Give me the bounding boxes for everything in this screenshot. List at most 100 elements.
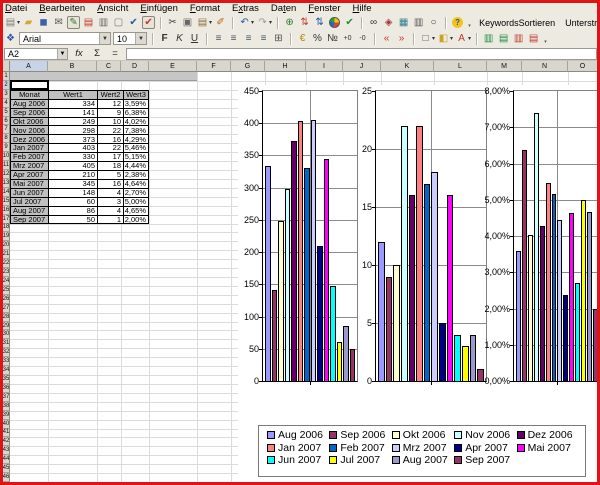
chevron-down-icon[interactable]: ▼ — [99, 33, 110, 44]
chart-bar-aug-2007[interactable] — [587, 212, 592, 381]
active-cell-a2[interactable] — [10, 80, 49, 90]
font-size-select[interactable]: 10▼ — [113, 32, 147, 45]
styles-icon[interactable]: ❖ — [4, 32, 17, 45]
percent-format-icon[interactable]: % — [311, 32, 324, 45]
chart-bar-okt-2006[interactable] — [528, 235, 533, 381]
row-header-27[interactable]: 27 — [3, 304, 10, 313]
background-color-icon[interactable]: ◧ — [437, 32, 450, 45]
table-value-cell[interactable]: 334 — [49, 100, 98, 109]
legend-item[interactable]: Jun 2007 — [267, 455, 329, 466]
chart-bar-aug-2007[interactable] — [343, 326, 349, 381]
menu-einfügen[interactable]: Einfügen — [140, 3, 178, 14]
cell-reference-box[interactable]: A2 ▼ — [4, 48, 68, 60]
menu-extras[interactable]: Extras — [232, 3, 259, 14]
sort-ascending-icon[interactable]: ⇅ — [298, 16, 311, 29]
table-value-cell[interactable]: 249 — [49, 118, 98, 127]
table-value-cell[interactable]: 16 — [98, 135, 124, 144]
redo-icon[interactable]: ↷ — [256, 16, 269, 29]
row-header-45[interactable]: 45 — [3, 464, 10, 473]
paste-icon[interactable]: ▤ — [196, 16, 209, 29]
table-month-cell[interactable]: Apr 2007 — [11, 171, 49, 180]
find-icon[interactable]: ∞ — [367, 16, 380, 29]
row-header-40[interactable]: 40 — [3, 420, 10, 429]
email-icon[interactable]: ✉ — [52, 16, 65, 29]
table-value-cell[interactable]: 5,00% — [124, 198, 149, 207]
row-header-28[interactable]: 28 — [3, 313, 10, 322]
legend-item[interactable]: Feb 2007 — [329, 443, 391, 454]
table-month-cell[interactable]: Mrz 2007 — [11, 162, 49, 171]
table-month-cell[interactable]: Jan 2007 — [11, 144, 49, 153]
chevron-down-icon[interactable]: ▾ — [251, 19, 254, 26]
chart-bar-apr-2007[interactable] — [563, 295, 568, 381]
column-header-M[interactable]: M — [487, 61, 522, 72]
legend-item[interactable]: Sep 2006 — [329, 430, 391, 441]
table-month-cell[interactable]: Jul 2007 — [11, 198, 49, 207]
table-value-cell[interactable]: 16 — [98, 180, 124, 189]
sort-descending-icon[interactable]: ⇅ — [313, 16, 326, 29]
table-value-cell[interactable]: 3,59% — [124, 100, 149, 109]
table-value-cell[interactable]: 10 — [98, 118, 124, 127]
align-justify-icon[interactable]: ≡ — [257, 32, 270, 45]
chart-bar-jan-2007[interactable] — [546, 183, 551, 381]
chart-bar-jul-2007[interactable] — [462, 346, 469, 381]
table-value-cell[interactable]: 373 — [49, 135, 98, 144]
row-header-1[interactable]: 1 — [3, 72, 10, 81]
chart-bar-jan-2007[interactable] — [416, 126, 423, 381]
row-header-44[interactable]: 44 — [3, 455, 10, 464]
column-header-O[interactable]: O — [568, 61, 598, 72]
column-header-E[interactable]: E — [149, 61, 197, 72]
table-value-cell[interactable]: 3 — [98, 198, 124, 207]
row-header-11[interactable]: 11 — [3, 161, 10, 170]
row-header-24[interactable]: 24 — [3, 277, 10, 286]
row-header-37[interactable]: 37 — [3, 393, 10, 402]
table-value-cell[interactable]: 18 — [98, 162, 124, 171]
table-month-cell[interactable]: Dez 2006 — [11, 135, 49, 144]
zoom-icon[interactable]: ○ — [427, 16, 440, 29]
chart-bar-sep-2006[interactable] — [386, 277, 393, 381]
chart-area[interactable]: 45040035030025020015010050025201510508,0… — [238, 85, 597, 482]
chart-bar-aug-2006[interactable] — [516, 251, 521, 381]
row-header-33[interactable]: 33 — [3, 357, 10, 366]
insert-columns-icon[interactable]: ▤ — [497, 32, 510, 45]
row-header-30[interactable]: 30 — [3, 330, 10, 339]
chevron-down-icon[interactable]: ▾ — [432, 35, 435, 42]
column-header-N[interactable]: N — [522, 61, 568, 72]
row-header-14[interactable]: 14 — [3, 188, 10, 197]
underline-button[interactable]: U — [188, 32, 201, 45]
chart-bar-jun-2007[interactable] — [330, 286, 336, 381]
chart-bar-dez-2006[interactable] — [291, 141, 297, 381]
align-right-icon[interactable]: ≡ — [242, 32, 255, 45]
table-value-cell[interactable]: 298 — [49, 126, 98, 135]
column-header-D[interactable]: D — [121, 61, 149, 72]
page-preview-icon[interactable]: ▢ — [112, 16, 125, 29]
borders-icon[interactable]: □ — [419, 32, 432, 45]
gallery-icon[interactable]: ▦ — [397, 16, 410, 29]
menu-datei[interactable]: Datei — [5, 3, 27, 14]
chart-bar-sep-2007[interactable] — [593, 309, 597, 382]
table-value-cell[interactable]: 2,00% — [124, 216, 149, 225]
navigator-icon[interactable]: ◈ — [382, 16, 395, 29]
row-header-4[interactable]: 4 — [3, 99, 10, 108]
delete-decimal-icon[interactable]: -0 — [356, 32, 369, 45]
menu-hilfe[interactable]: Hilfe — [353, 3, 372, 14]
menu-bearbeiten[interactable]: Bearbeiten — [39, 3, 85, 14]
chart-bar-apr-2007[interactable] — [317, 246, 323, 381]
row-header-29[interactable]: 29 — [3, 322, 10, 331]
chart-bar-feb-2007[interactable] — [552, 194, 557, 381]
chevron-down-icon[interactable]: ▾ — [269, 19, 272, 26]
row-header-38[interactable]: 38 — [3, 402, 10, 411]
row-header-31[interactable]: 31 — [3, 339, 10, 348]
row-header-36[interactable]: 36 — [3, 384, 10, 393]
standard-format-icon[interactable]: № — [326, 32, 339, 45]
column-header-I[interactable]: I — [306, 61, 343, 72]
table-value-cell[interactable]: 210 — [49, 171, 98, 180]
table-month-cell[interactable]: Feb 2007 — [11, 153, 49, 162]
row-header-7[interactable]: 7 — [3, 125, 10, 134]
row-header-22[interactable]: 22 — [3, 259, 10, 268]
column-header-C[interactable]: C — [97, 61, 121, 72]
table-value-cell[interactable]: 345 — [49, 180, 98, 189]
select-all-corner[interactable] — [3, 61, 10, 72]
table-month-cell[interactable]: Aug 2007 — [11, 207, 49, 216]
add-decimal-icon[interactable]: +0 — [341, 32, 354, 45]
cut-icon[interactable]: ✂ — [166, 16, 179, 29]
